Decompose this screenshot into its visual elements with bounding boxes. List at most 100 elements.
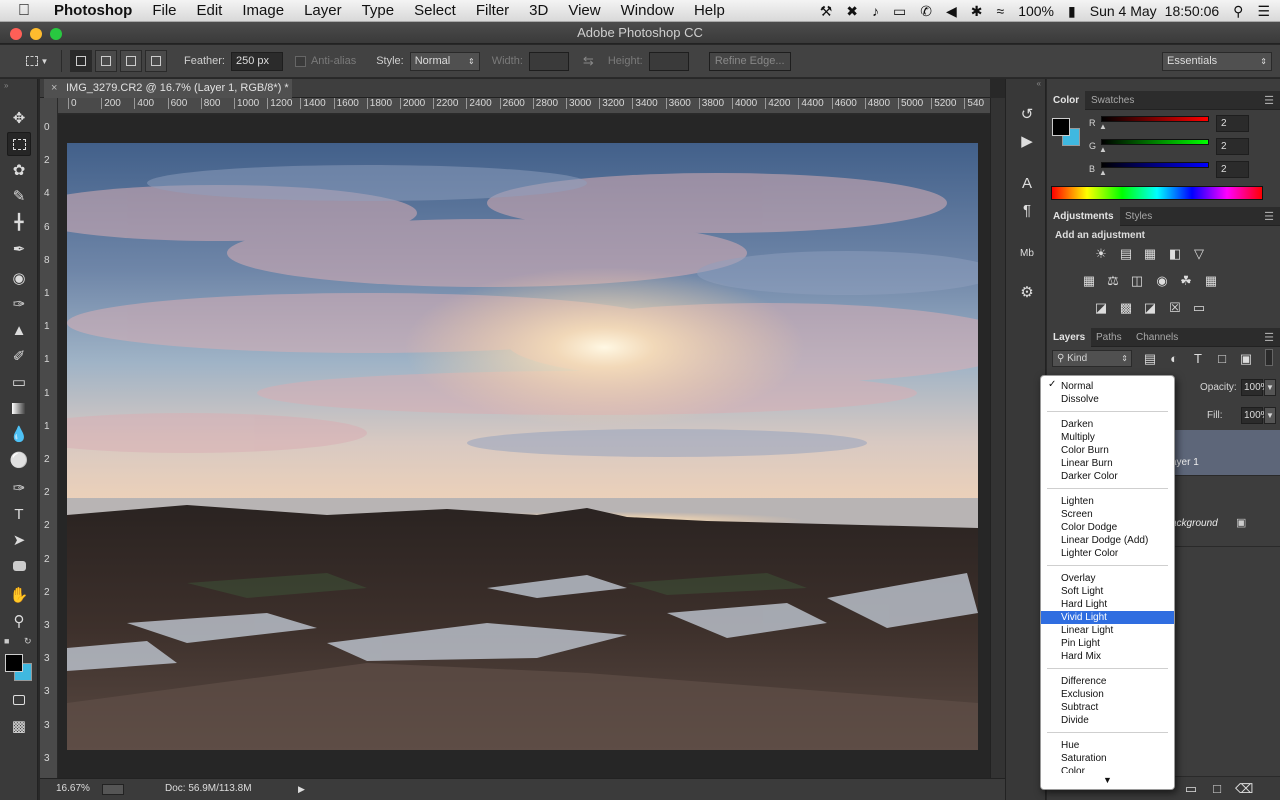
blend-linear-dodge[interactable]: Linear Dodge (Add) bbox=[1041, 534, 1174, 547]
color-balance-icon[interactable]: ⚖ bbox=[1105, 274, 1121, 288]
tab-swatches[interactable]: Swatches bbox=[1085, 91, 1140, 110]
dodge-tool-icon[interactable]: ⚪ bbox=[7, 448, 31, 472]
threshold-icon[interactable]: ◪ bbox=[1142, 301, 1158, 315]
filter-toggle-switch[interactable] bbox=[1265, 349, 1273, 366]
blend-divide[interactable]: Divide bbox=[1041, 714, 1174, 727]
history-brush-tool-icon[interactable]: ✐ bbox=[7, 344, 31, 368]
tab-color[interactable]: Color bbox=[1047, 91, 1086, 110]
actions-panel-icon[interactable]: ▶ bbox=[1017, 131, 1037, 151]
menu-image[interactable]: Image bbox=[242, 2, 284, 19]
blend-saturation[interactable]: Saturation bbox=[1041, 752, 1174, 765]
blend-darken[interactable]: Darken bbox=[1041, 418, 1174, 431]
history-panel-icon[interactable]: ↺ bbox=[1017, 104, 1037, 124]
brush-tool-icon[interactable]: ✑ bbox=[7, 292, 31, 316]
menu-file[interactable]: File bbox=[152, 2, 176, 19]
menu-edit[interactable]: Edit bbox=[197, 2, 223, 19]
music-icon[interactable]: ♪ bbox=[872, 3, 879, 19]
lasso-tool-icon[interactable]: ✿ bbox=[7, 158, 31, 182]
feather-input[interactable]: 250 px bbox=[230, 51, 283, 71]
channel-b-slider[interactable] bbox=[1101, 162, 1209, 168]
menu-type[interactable]: Type bbox=[362, 2, 395, 19]
blend-overlay[interactable]: Overlay bbox=[1041, 572, 1174, 585]
color-lookup-icon[interactable]: ▦ bbox=[1203, 274, 1219, 288]
delete-layer-icon[interactable]: ⌫ bbox=[1235, 782, 1253, 796]
blend-linear-light[interactable]: Linear Light bbox=[1041, 624, 1174, 637]
filter-smart-object-icon[interactable]: ▣ bbox=[1238, 352, 1254, 366]
crop-tool-icon[interactable]: ╋ bbox=[7, 210, 31, 234]
tab-adjustments[interactable]: Adjustments bbox=[1047, 207, 1120, 226]
menu-window[interactable]: Window bbox=[621, 2, 674, 19]
menu-app[interactable]: Photoshop bbox=[54, 2, 132, 19]
blend-vivid-light[interactable]: Vivid Light bbox=[1041, 611, 1174, 624]
channel-b-value[interactable]: 2 bbox=[1216, 161, 1249, 178]
filter-type-icon[interactable]: T bbox=[1190, 352, 1206, 366]
swap-colors-icon[interactable]: ↻ bbox=[24, 636, 32, 647]
channel-mixer-icon[interactable]: ☘ bbox=[1178, 274, 1194, 288]
horizontal-ruler[interactable]: 0 200 400 600 800 1000 1200 1400 1600 1800 2000 220… bbox=[58, 98, 990, 114]
mini-bridge-icon[interactable]: Mb bbox=[1017, 243, 1037, 263]
menu-view[interactable]: View bbox=[568, 2, 600, 19]
selective-color-icon[interactable]: ☒ bbox=[1167, 301, 1183, 315]
blend-subtract[interactable]: Subtract bbox=[1041, 701, 1174, 714]
filter-shape-icon[interactable]: □ bbox=[1214, 352, 1230, 366]
volume-icon[interactable]: ◀ bbox=[946, 3, 957, 20]
clone-stamp-tool-icon[interactable]: ▲ bbox=[7, 318, 31, 342]
rectangular-marquee-tool-icon[interactable] bbox=[7, 132, 31, 156]
collapse-icon[interactable]: « bbox=[1037, 79, 1041, 88]
workspace-select[interactable]: Essentials ⇕ bbox=[1162, 52, 1272, 71]
refine-edge-button[interactable]: Refine Edge... bbox=[708, 51, 791, 71]
rectangle-tool-icon[interactable] bbox=[7, 554, 31, 578]
blend-exclusion[interactable]: Exclusion bbox=[1041, 688, 1174, 701]
blend-hue[interactable]: Hue bbox=[1041, 739, 1174, 752]
filter-adjustment-icon[interactable]: ◐ bbox=[1166, 352, 1182, 366]
hue-saturation-icon[interactable]: ▦ bbox=[1081, 274, 1097, 288]
pen-tool-icon[interactable]: ✑ bbox=[7, 476, 31, 500]
menu-filter[interactable]: Filter bbox=[476, 2, 509, 19]
screen-mode-icon[interactable]: ▩ bbox=[7, 714, 31, 738]
battery-icon[interactable]: ▮ bbox=[1068, 3, 1076, 20]
quick-selection-tool-icon[interactable]: ✎ bbox=[7, 184, 31, 208]
status-info-icon[interactable] bbox=[102, 784, 124, 795]
tab-paths[interactable]: Paths bbox=[1090, 328, 1128, 347]
vibrance-icon[interactable]: ▽ bbox=[1191, 247, 1207, 261]
bluetooth-icon[interactable]: ✱ bbox=[971, 3, 983, 20]
layer-filter-kind-select[interactable]: ⚲ Kind ⇕ bbox=[1052, 350, 1132, 367]
zoom-window-button[interactable] bbox=[50, 28, 62, 40]
slider-thumb-icon[interactable]: ▲ bbox=[1099, 168, 1107, 177]
curves-icon[interactable]: ▦ bbox=[1142, 247, 1158, 261]
width-input[interactable] bbox=[528, 51, 569, 71]
antialias-checkbox[interactable] bbox=[294, 55, 306, 67]
foreground-color-swatch[interactable] bbox=[5, 654, 23, 672]
minimize-window-button[interactable] bbox=[30, 28, 42, 40]
color-spectrum-bar[interactable] bbox=[1051, 186, 1263, 200]
height-input[interactable] bbox=[648, 51, 689, 71]
tab-channels[interactable]: Channels bbox=[1130, 328, 1184, 347]
black-white-icon[interactable]: ◫ bbox=[1129, 274, 1145, 288]
filter-pixel-icon[interactable]: ▤ bbox=[1142, 352, 1158, 366]
close-window-button[interactable] bbox=[10, 28, 22, 40]
clock-date[interactable]: Sun 4 May bbox=[1090, 3, 1157, 19]
scroll-down-arrow-icon[interactable]: ▼ bbox=[1041, 773, 1174, 789]
collapse-icon[interactable]: » bbox=[4, 81, 8, 90]
blend-normal[interactable]: Normal bbox=[1041, 380, 1174, 393]
fill-dropdown-icon[interactable]: ▼ bbox=[1264, 407, 1276, 424]
vertical-scrollbar[interactable] bbox=[990, 98, 1005, 778]
layer-name[interactable]: ayer 1 bbox=[1171, 457, 1199, 468]
blend-lighter-color[interactable]: Lighter Color bbox=[1041, 547, 1174, 560]
clock-time[interactable]: 18:50:06 bbox=[1165, 3, 1220, 19]
slider-thumb-icon[interactable]: ▲ bbox=[1099, 122, 1107, 131]
blend-multiply[interactable]: Multiply bbox=[1041, 431, 1174, 444]
panel-menu-icon[interactable]: ☰ bbox=[1264, 210, 1274, 223]
fill-input[interactable]: 100% bbox=[1241, 407, 1270, 424]
intersect-selection-button[interactable] bbox=[145, 50, 167, 72]
layer-name[interactable]: ackground bbox=[1171, 518, 1218, 529]
apple-icon[interactable]:  bbox=[18, 2, 38, 20]
blend-lighten[interactable]: Lighten bbox=[1041, 495, 1174, 508]
menu-layer[interactable]: Layer bbox=[304, 2, 342, 19]
notification-icon[interactable]: ☰ bbox=[1257, 3, 1270, 20]
menu-select[interactable]: Select bbox=[414, 2, 456, 19]
paragraph-panel-icon[interactable]: ¶ bbox=[1017, 200, 1037, 220]
menu-3d[interactable]: 3D bbox=[529, 2, 548, 19]
airplay-icon[interactable]: ▭ bbox=[893, 3, 906, 20]
spot-healing-tool-icon[interactable]: ◉ bbox=[7, 266, 31, 290]
